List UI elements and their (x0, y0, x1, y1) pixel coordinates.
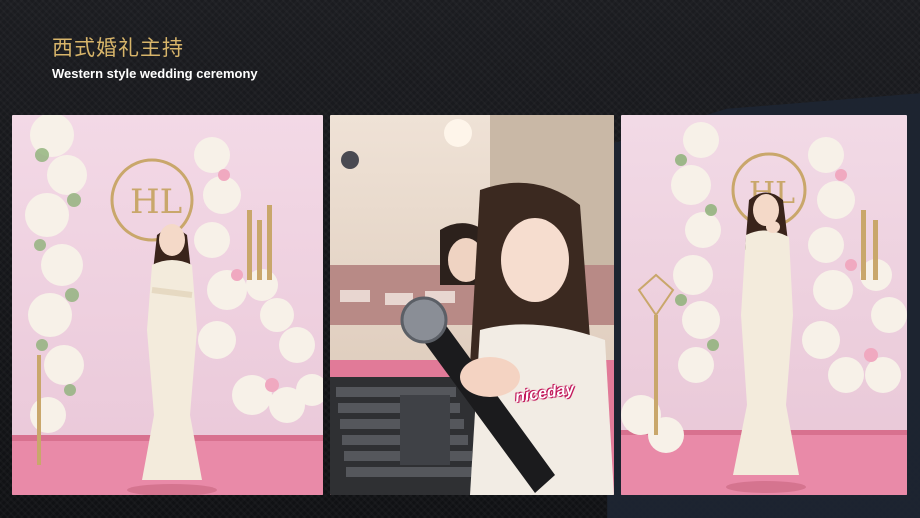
svg-text:HL: HL (130, 182, 182, 222)
photo-host-floral-arch-right: HL (621, 115, 907, 495)
photo-host-selfie-microphone: niceday (330, 115, 614, 495)
photo-host-floral-arch-left: HL (12, 115, 323, 495)
slide-subtitle-english: Western style wedding ceremony (52, 66, 258, 81)
slide-title-chinese: 西式婚礼主持 (52, 36, 184, 60)
